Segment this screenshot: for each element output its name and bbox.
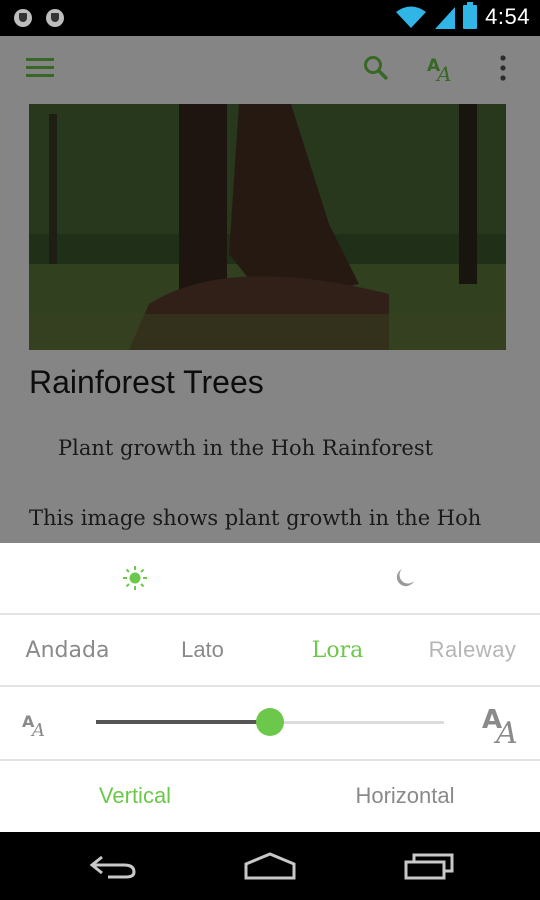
reader-screen: A A Rainforest Trees Plant growth in the… bbox=[0, 36, 540, 832]
status-bar: 4:54 bbox=[0, 0, 540, 36]
home-icon bbox=[244, 852, 296, 880]
text-size-row: A A A A bbox=[0, 687, 540, 761]
signal-icon bbox=[435, 7, 456, 29]
slider-thumb[interactable] bbox=[256, 708, 284, 736]
recents-button[interactable] bbox=[394, 846, 464, 886]
font-option-andada[interactable]: Andada bbox=[0, 615, 135, 685]
text-size-slider[interactable] bbox=[96, 708, 444, 736]
dim-overlay[interactable] bbox=[0, 36, 540, 543]
status-time: 4:54 bbox=[485, 4, 530, 29]
orientation-row: Vertical Horizontal bbox=[0, 761, 540, 831]
home-button[interactable] bbox=[235, 846, 305, 886]
text-size-large-icon: A A bbox=[482, 705, 518, 745]
moon-icon bbox=[396, 569, 414, 587]
dark-theme-button[interactable] bbox=[270, 543, 540, 613]
back-button[interactable] bbox=[78, 846, 148, 886]
svg-text:A: A bbox=[30, 720, 45, 739]
vertical-scroll-option[interactable]: Vertical bbox=[0, 761, 270, 831]
text-size-small-icon: A A bbox=[22, 712, 45, 739]
reading-settings-sheet: Andada Lato Lora Raleway A A A A Vertica… bbox=[0, 543, 540, 832]
slider-progress bbox=[96, 720, 270, 724]
font-option-lato[interactable]: Lato bbox=[135, 615, 270, 685]
sun-icon bbox=[123, 566, 147, 590]
shield-notification-icon bbox=[46, 9, 64, 27]
font-option-raleway[interactable]: Raleway bbox=[405, 615, 540, 685]
shield-notification-icon bbox=[14, 9, 32, 27]
svg-text:A: A bbox=[493, 716, 518, 745]
horizontal-paging-option[interactable]: Horizontal bbox=[270, 761, 540, 831]
recents-icon bbox=[404, 853, 454, 880]
system-nav-bar bbox=[0, 832, 540, 900]
back-icon bbox=[89, 855, 136, 879]
battery-icon bbox=[463, 2, 478, 29]
wifi-icon bbox=[396, 6, 427, 28]
font-row: Andada Lato Lora Raleway bbox=[0, 615, 540, 687]
font-option-lora[interactable]: Lora bbox=[270, 615, 405, 685]
theme-row bbox=[0, 543, 540, 615]
light-theme-button[interactable] bbox=[0, 543, 270, 613]
